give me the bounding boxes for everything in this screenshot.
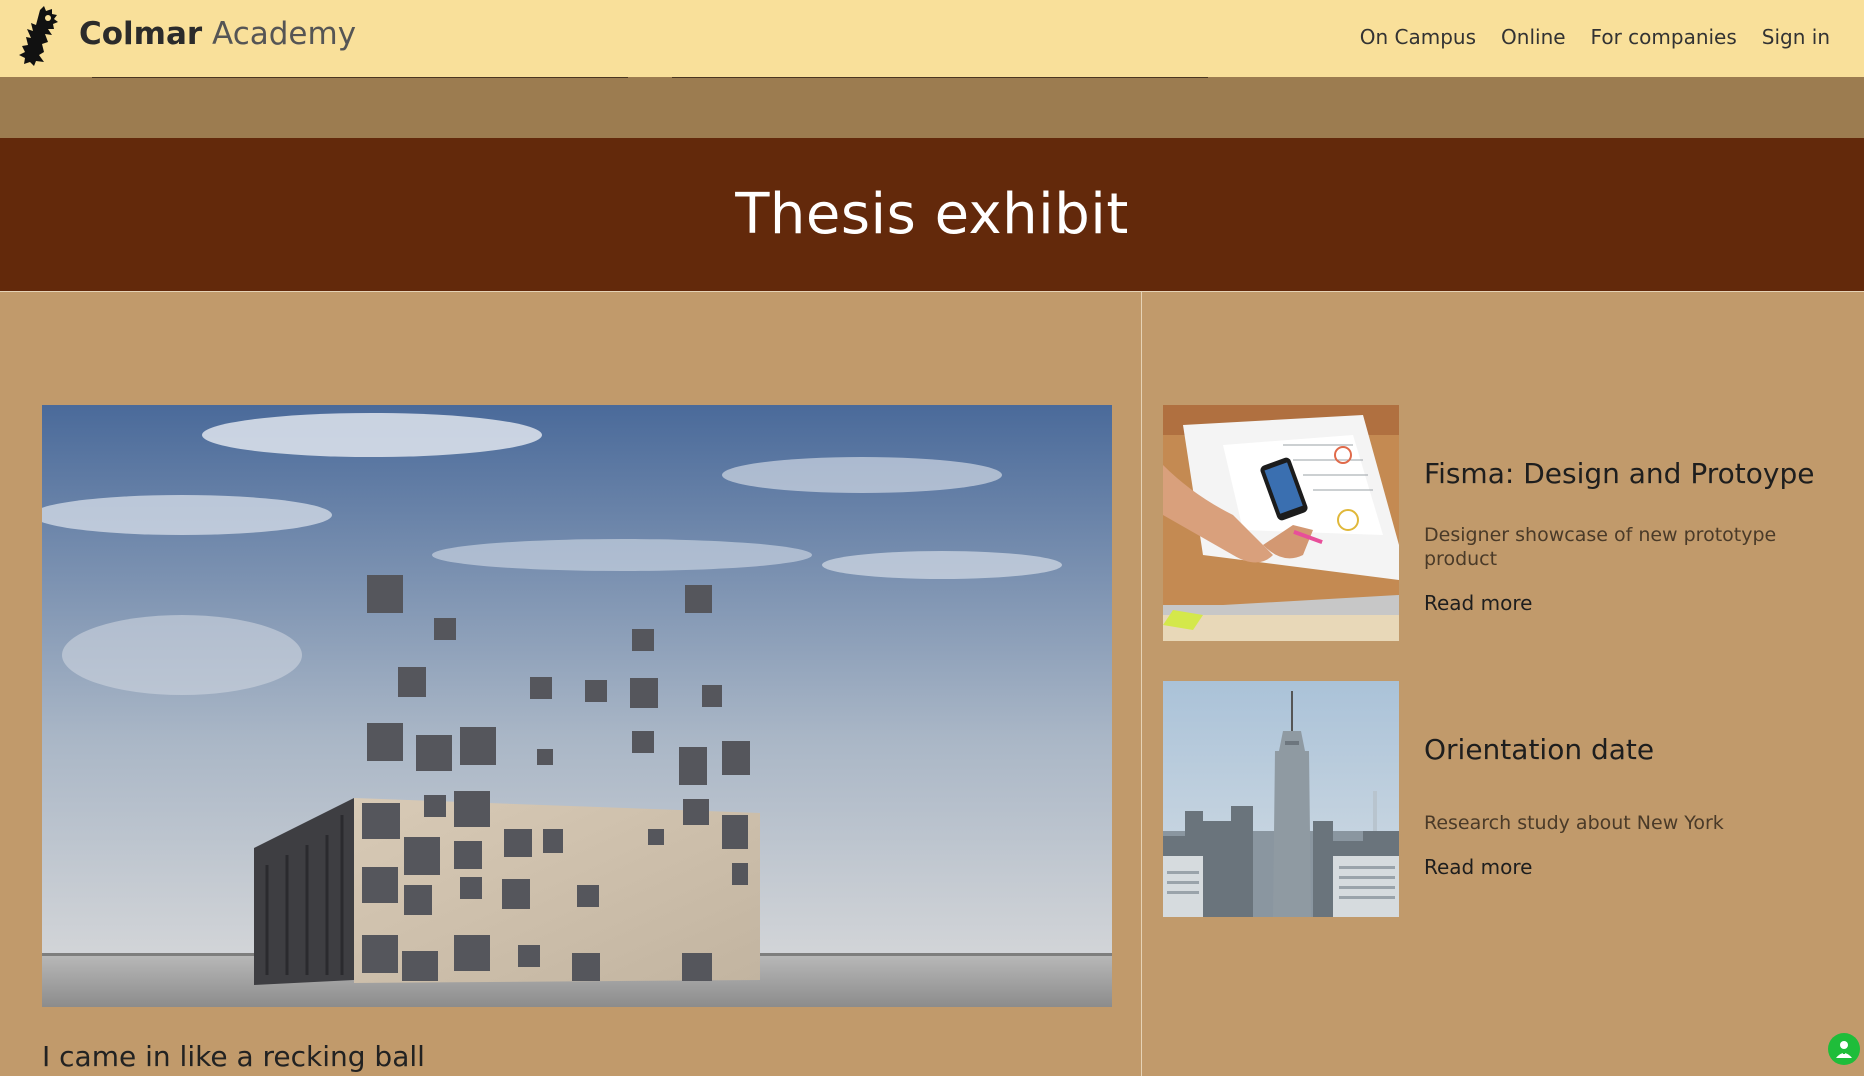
- read-more-link[interactable]: Read more: [1424, 591, 1532, 615]
- nav-for-companies[interactable]: For companies: [1591, 22, 1737, 52]
- page-title: Thesis exhibit: [735, 182, 1129, 247]
- user-plus-icon: [1836, 1041, 1852, 1058]
- hero-caption[interactable]: I came in like a recking ball: [42, 1040, 425, 1073]
- nav-online[interactable]: Online: [1501, 22, 1566, 52]
- read-more-link[interactable]: Read more: [1424, 855, 1532, 879]
- card-title[interactable]: Fisma: Design and Protoype: [1424, 457, 1814, 490]
- brand-logo-text[interactable]: Colmar Academy: [79, 14, 356, 54]
- lion-logo-icon[interactable]: [18, 6, 70, 66]
- tab-underline-right: [672, 77, 1208, 78]
- card-description: Designer showcase of new prototype produ…: [1424, 524, 1777, 570]
- brand-suffix: Academy: [212, 16, 357, 52]
- article-card[interactable]: Fisma: Design and Protoype Designer show…: [1163, 405, 1833, 641]
- hero-building-image[interactable]: [42, 405, 1112, 1007]
- brand-name: Colmar: [79, 16, 203, 52]
- site-header: Colmar Academy On Campus Online For comp…: [0, 0, 1864, 77]
- user-plus-button[interactable]: [1828, 1033, 1860, 1065]
- column-divider: [1141, 292, 1142, 1076]
- design-prototype-thumbnail[interactable]: [1163, 405, 1399, 641]
- new-york-thumbnail[interactable]: [1163, 681, 1399, 917]
- page-title-banner: Thesis exhibit: [0, 138, 1864, 292]
- tab-underline-left: [92, 77, 628, 78]
- card-description: Research study about New York: [1424, 812, 1724, 834]
- subheader-band: [0, 77, 1864, 138]
- nav-on-campus[interactable]: On Campus: [1360, 22, 1476, 52]
- article-card[interactable]: Orientation date Research study about Ne…: [1163, 681, 1833, 917]
- nav-sign-in[interactable]: Sign in: [1762, 22, 1830, 52]
- card-title[interactable]: Orientation date: [1424, 733, 1654, 766]
- main-nav: On Campus Online For companies Sign in: [1360, 22, 1830, 52]
